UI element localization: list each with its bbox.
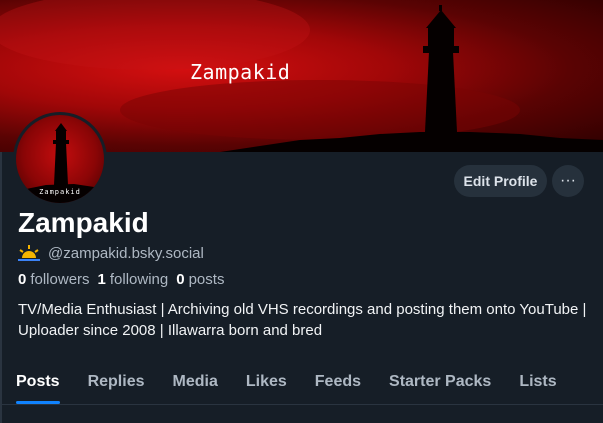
profile-bio: TV/Media Enthusiast | Archiving old VHS … <box>18 301 587 339</box>
tab-label: Starter Packs <box>389 373 492 390</box>
tab-label: Replies <box>87 373 145 390</box>
tab-label: Feeds <box>314 373 362 390</box>
following-link[interactable]: 1 following <box>98 271 169 288</box>
profile-stats: 0 followers 1 following 0 posts <box>18 271 224 288</box>
handle: @zampakid.bsky.social <box>48 244 204 262</box>
tab-likes[interactable]: Likes <box>232 360 301 404</box>
tab-media[interactable]: Media <box>159 360 232 404</box>
profile-tabs: Posts Replies Media Likes Feeds Starter … <box>2 360 603 404</box>
followers-link[interactable]: 0 followers <box>18 271 90 288</box>
following-label: following <box>109 271 169 288</box>
avatar-label: Zampakid <box>39 188 81 196</box>
more-options-button[interactable]: ··· <box>552 165 584 197</box>
edit-profile-button[interactable]: Edit Profile <box>454 165 547 197</box>
tab-lists[interactable]: Lists <box>505 360 570 404</box>
followers-label: followers <box>30 271 90 288</box>
tabs-divider <box>0 404 603 405</box>
display-name: Zampakid <box>18 207 149 238</box>
posts-count: 0 <box>176 271 185 288</box>
tab-replies[interactable]: Replies <box>74 360 159 404</box>
followers-count: 0 <box>18 271 27 288</box>
avatar[interactable]: Zampakid <box>13 112 107 206</box>
tab-label: Posts <box>16 373 60 390</box>
posts-label: posts <box>188 271 225 288</box>
posts-stat: 0 posts <box>176 271 224 288</box>
tab-posts[interactable]: Posts <box>2 360 74 404</box>
tab-label: Media <box>172 373 218 390</box>
tab-starter-packs[interactable]: Starter Packs <box>375 360 505 404</box>
following-count: 1 <box>97 271 106 288</box>
tab-label: Lists <box>519 373 557 390</box>
handle-row: @zampakid.bsky.social <box>18 244 204 262</box>
sunrise-icon <box>18 245 40 261</box>
tab-label: Likes <box>245 373 287 390</box>
ellipsis-icon: ··· <box>560 172 576 189</box>
banner-title: Zampakid <box>190 60 291 84</box>
tab-feeds[interactable]: Feeds <box>301 360 375 404</box>
